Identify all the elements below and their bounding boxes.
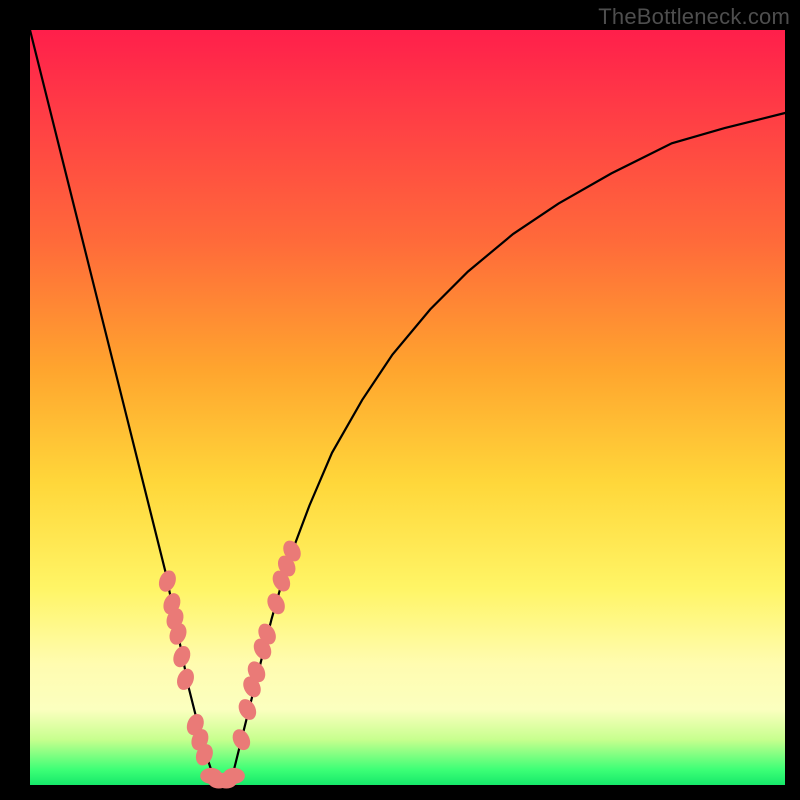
marker-dot bbox=[229, 726, 253, 753]
chart-frame: TheBottleneck.com bbox=[0, 0, 800, 800]
marker-layer bbox=[156, 538, 304, 789]
chart-svg bbox=[30, 30, 785, 785]
marker-dot bbox=[156, 568, 179, 594]
marker-dot bbox=[264, 590, 288, 617]
marker-dot bbox=[223, 768, 245, 784]
plot-area bbox=[30, 30, 785, 785]
marker-dot bbox=[174, 666, 197, 692]
marker-dot bbox=[235, 696, 259, 723]
marker-dot bbox=[170, 643, 193, 669]
watermark-text: TheBottleneck.com bbox=[598, 4, 790, 30]
bottleneck-curve bbox=[30, 30, 785, 785]
